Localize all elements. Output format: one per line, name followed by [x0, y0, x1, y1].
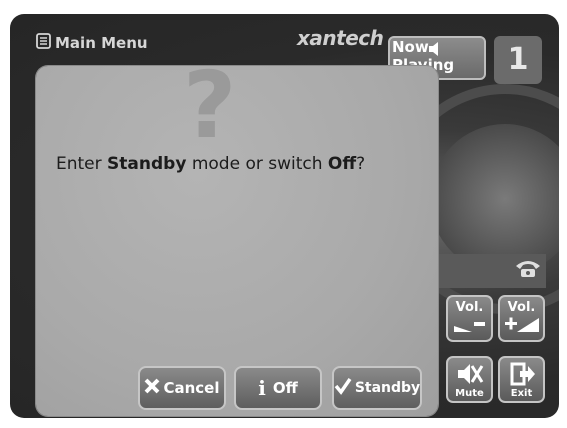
off-button[interactable]: i Off: [234, 366, 322, 410]
checkmark-icon: [334, 377, 352, 399]
mute-icon: [456, 362, 484, 390]
brand-logo: xantech: [297, 26, 384, 50]
main-menu-label: Main Menu: [55, 34, 148, 52]
volume-down-icon: [454, 316, 486, 336]
standby-button[interactable]: Standby: [332, 366, 422, 410]
question-mark-icon: ?: [183, 52, 237, 159]
x-icon: [144, 378, 160, 398]
info-icon: i: [258, 376, 266, 400]
main-menu-button[interactable]: Main Menu: [36, 33, 148, 53]
exit-button[interactable]: Exit: [498, 356, 545, 403]
dialog-message: Enter Standby mode or switch Off?: [56, 154, 366, 174]
cancel-button[interactable]: Cancel: [138, 366, 226, 410]
mute-button[interactable]: Mute: [446, 356, 493, 403]
exit-icon: [510, 362, 536, 390]
confirmation-dialog: ? Enter Standby mode or switch Off? Canc…: [36, 52, 438, 416]
mute-label: Mute: [455, 388, 484, 399]
zone-number: 1: [494, 36, 542, 84]
standby-label: Standby: [354, 380, 421, 396]
document-icon: [36, 33, 51, 53]
exit-label: Exit: [510, 388, 533, 399]
volume-up-button[interactable]: Vol.: [498, 295, 545, 342]
volume-down-button[interactable]: Vol.: [446, 295, 493, 342]
phone-icon[interactable]: [514, 258, 542, 282]
touchscreen: Main Menu xantech Now Playing 1 Vol. Vol…: [0, 0, 567, 428]
volume-up-icon: [505, 314, 539, 336]
volume-down-label: Vol.: [455, 300, 484, 315]
volume-up-label: Vol.: [507, 300, 536, 315]
cancel-label: Cancel: [163, 379, 220, 397]
off-label: Off: [272, 379, 298, 397]
